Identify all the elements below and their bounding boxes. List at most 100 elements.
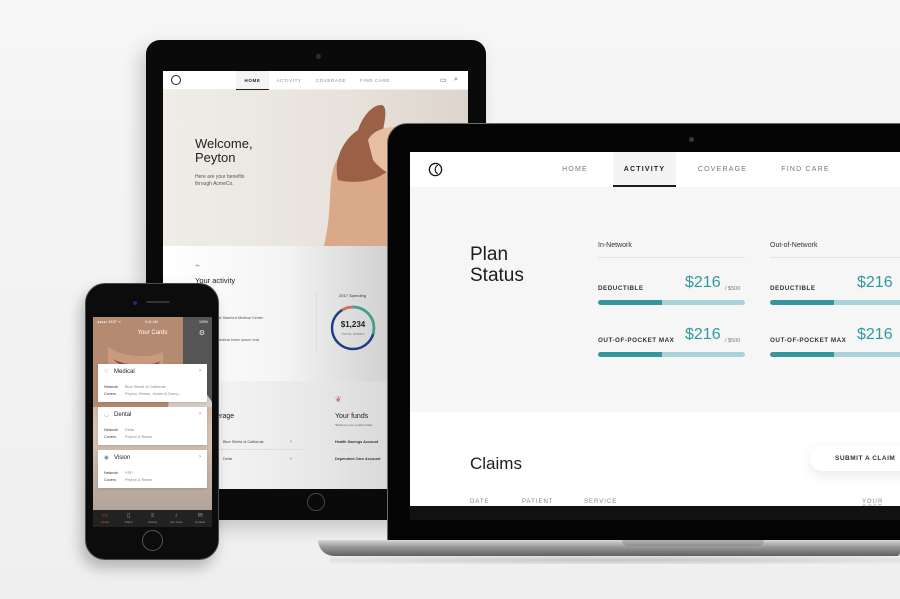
in-network-deductible-label: DEDUCTIBLE — [598, 285, 644, 292]
status-time: 9:41 AM — [145, 320, 158, 324]
in-network-oop-label: OUT-OF-POCKET MAX — [598, 337, 675, 344]
progress-fill — [598, 352, 662, 357]
dental-card[interactable]: ◡ Dental › Network Delta Covers Peyton &… — [98, 407, 207, 445]
laptop-tab-home[interactable]: HOME — [550, 152, 600, 187]
activity-divider — [316, 293, 317, 353]
submit-claim-button[interactable]: SUBMIT A CLAIM — [810, 446, 900, 471]
coverage-row[interactable]: Delta — [223, 457, 232, 461]
brand-logo-icon[interactable] — [428, 162, 443, 177]
card-name: Vision — [114, 455, 131, 461]
claims-col-patient[interactable]: PATIENT — [522, 499, 553, 505]
phone-camera — [133, 301, 137, 305]
laptop-tab-activity[interactable]: ACTIVITY — [613, 152, 676, 187]
laptop-bezel-bottom — [410, 506, 900, 520]
vision-card[interactable]: ◉ Vision › Network VSP Covers Peyton & R… — [98, 450, 207, 488]
stethoscope-icon: ♁ — [174, 513, 179, 519]
in-network-header: In-Network — [598, 242, 745, 258]
network-value: VSP — [125, 471, 133, 475]
covers-label: Covers — [104, 478, 117, 482]
network-value: Delta — [125, 428, 134, 432]
document-icon: ▯ — [127, 513, 131, 519]
chevron-right-icon: › — [199, 454, 201, 460]
out-network-oop-value: $216 — [857, 326, 893, 343]
chevron-right-icon: › — [199, 368, 201, 374]
spending-label: 2017 Spending — [339, 293, 366, 298]
medical-card[interactable]: ♡ Medical › Network Blue Shield of Calif… — [98, 364, 207, 402]
chevron-right-icon[interactable]: › — [290, 439, 292, 445]
search-icon[interactable]: ⌕ — [454, 76, 458, 84]
in-network-oop-max: / $500 — [725, 338, 741, 344]
spending-total: $1,234 — [340, 320, 366, 329]
laptop-camera — [689, 137, 694, 142]
phone-screen: ●●●●○ AT&T ᯤ 9:41 AM 100% Your Cards ⚙ ♡… — [93, 317, 212, 527]
tablet-tab-coverage[interactable]: COVERAGE — [313, 71, 349, 90]
welcome-subtitle-1: Here are your benefits — [195, 174, 245, 180]
phone-speaker — [146, 301, 170, 303]
brand-logo-icon[interactable] — [171, 75, 181, 85]
tablet-tab-home[interactable]: HOME — [236, 71, 269, 90]
laptop-nav-bar: HOME ACTIVITY COVERAGE FIND CARE — [410, 152, 900, 187]
out-network-header: Out-of-Network — [770, 242, 900, 258]
tab-label: Cards — [100, 520, 109, 524]
card-name: Dental — [114, 412, 132, 418]
mail-icon: ✉ — [197, 513, 203, 519]
tab-activity[interactable]: ≡ Activity — [141, 510, 165, 527]
plan-title-line-1: Plan — [470, 244, 509, 265]
out-network-oop-label: OUT-OF-POCKET MAX — [770, 337, 847, 344]
coverage-row[interactable]: Blue Shield of California — [223, 440, 264, 444]
out-network-oop-progress — [770, 352, 900, 357]
tablet-home-button — [307, 493, 325, 511]
in-network-deductible-value: $216 — [685, 274, 721, 291]
sprout-icon: ❦ — [335, 395, 342, 404]
plan-status-section: Plan Status In-Network DEDUCTIBLE $216 /… — [410, 187, 900, 412]
chat-icon[interactable]: ▭ — [440, 76, 447, 84]
covers-value: Peyton & Reese — [125, 435, 153, 439]
claims-col-date[interactable]: DATE — [470, 499, 490, 505]
tab-label: Activity — [147, 520, 158, 524]
network-label: Network — [104, 428, 118, 432]
tooth-icon: ◡ — [104, 412, 109, 418]
spending-caption: TOTAL SPENT — [341, 332, 365, 336]
network-value: Blue Shield of California — [125, 385, 166, 389]
status-battery: 100% — [199, 320, 208, 324]
tab-label: Get Care — [170, 520, 183, 524]
tablet-camera — [316, 54, 321, 59]
funds-row[interactable]: Health Savings Account — [335, 440, 378, 444]
list-icon: ≡ — [150, 513, 155, 519]
tab-get-care[interactable]: ♁ Get Care — [164, 510, 188, 527]
in-network-deductible-max: / $500 — [725, 286, 741, 292]
welcome-subtitle: Here are your benefits through AcmeCo. — [195, 174, 244, 188]
laptop-shadow — [330, 556, 900, 564]
funds-row[interactable]: Dependent Care Account — [335, 457, 380, 461]
out-network-deductible-value: $216 — [857, 274, 893, 291]
tab-label: Contact — [194, 520, 206, 524]
claims-title: Claims — [470, 454, 522, 473]
progress-fill — [598, 300, 662, 305]
tablet-tab-activity[interactable]: ACTIVITY — [273, 71, 305, 90]
claims-col-your-cost[interactable]: YOUR COST — [862, 499, 900, 506]
claims-col-service[interactable]: SERVICE — [584, 499, 617, 505]
tab-cards[interactable]: ▭ Cards — [93, 510, 117, 527]
out-network-deductible-progress — [770, 300, 900, 305]
tab-plans[interactable]: ▯ Plans — [117, 510, 141, 527]
phone-home-button — [142, 530, 163, 551]
chevron-right-icon[interactable]: › — [290, 456, 292, 462]
pulse-icon: ⌁ — [195, 261, 200, 270]
eye-icon: ◉ — [104, 455, 109, 461]
laptop-device: HOME ACTIVITY COVERAGE FIND CARE Plan St… — [387, 123, 900, 541]
laptop-tab-coverage[interactable]: COVERAGE — [695, 152, 750, 187]
progress-fill — [770, 300, 834, 305]
card-icon: ▭ — [102, 513, 108, 519]
product-mockup-stage: HOME ACTIVITY COVERAGE FIND CARE ▭ ⌕ Wel… — [0, 0, 900, 599]
progress-fill — [770, 352, 834, 357]
gear-icon[interactable]: ⚙ — [199, 329, 205, 337]
in-network-oop-progress — [598, 352, 745, 357]
laptop-screen: HOME ACTIVITY COVERAGE FIND CARE Plan St… — [410, 152, 900, 506]
covers-value: Peyton, Reese, Jordan & Darcy... — [125, 392, 182, 396]
covers-label: Covers — [104, 392, 117, 396]
tab-contact[interactable]: ✉ Contact — [188, 510, 212, 527]
laptop-base — [318, 540, 900, 556]
claims-section: Claims SUBMIT A CLAIM DATE PATIENT SERVI… — [410, 412, 900, 506]
laptop-tab-find-care[interactable]: FIND CARE — [778, 152, 833, 187]
tablet-tab-find-care[interactable]: FIND CARE — [359, 71, 391, 90]
